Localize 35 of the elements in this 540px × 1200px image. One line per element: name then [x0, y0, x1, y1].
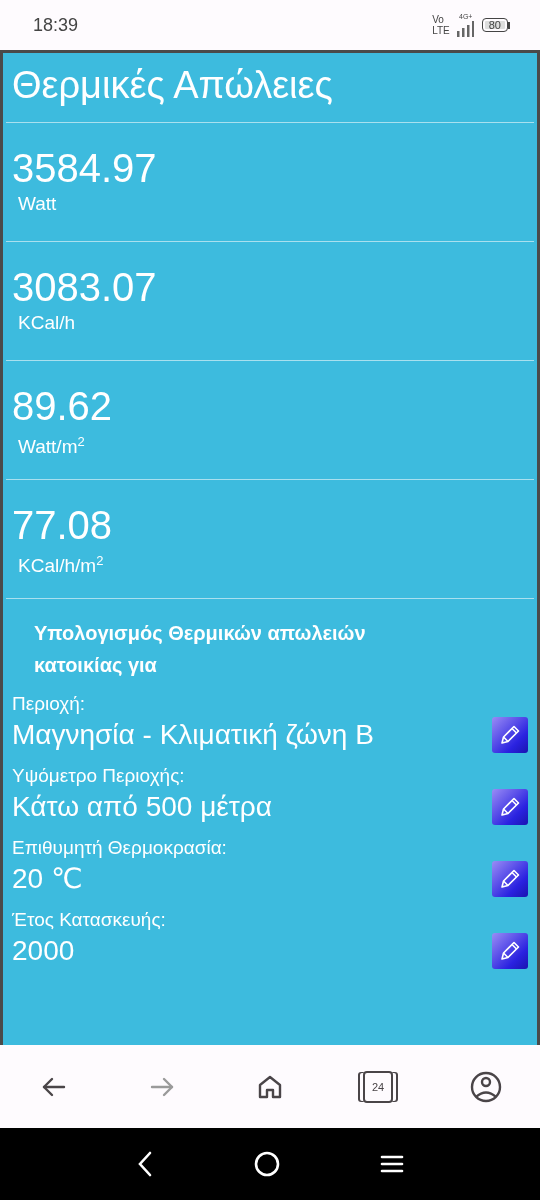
unit-label: Watt — [17, 192, 58, 216]
home-circle-icon — [254, 1151, 280, 1177]
edit-button[interactable] — [492, 861, 528, 897]
account-icon — [470, 1070, 502, 1103]
tabs-button[interactable]: 24 — [348, 1066, 408, 1107]
section-heading: Υπολογισμός Θερμικών απωλειών κατοικίας για — [33, 621, 367, 678]
page-title: Θερμικές Απώλειες — [6, 55, 534, 123]
edit-button[interactable] — [492, 933, 528, 969]
field-label: Επιθυμητή Θερμοκρασία: — [12, 836, 228, 860]
network-label: LTE — [432, 25, 450, 36]
field-value: Κάτω από 500 μέτρα — [12, 790, 272, 824]
result-value: 3083.07 — [12, 264, 158, 310]
unit-label: KCal/h — [17, 311, 77, 335]
field-label: Περιοχή: — [12, 692, 87, 716]
battery-icon: 80 — [481, 18, 510, 32]
field-value: 20 ℃ — [12, 862, 83, 896]
unit-label: KCal/h/m$^{2}$ — [17, 552, 105, 579]
back-icon — [136, 1150, 154, 1178]
edit-button[interactable] — [492, 717, 528, 753]
signal-icon — [455, 21, 476, 37]
field-value: 2000 — [12, 934, 75, 968]
result-value: 3584.97 — [12, 145, 158, 191]
field-value: Μαγνησία - Κλιματική ζώνη Β — [12, 718, 374, 752]
menu-icon — [380, 1154, 404, 1174]
menu-button[interactable] — [380, 1154, 404, 1174]
field-label: Έτος Κατασκευής: — [12, 908, 167, 932]
field-label: Υψόμετρο Περιοχής: — [12, 764, 186, 788]
home-circle-button[interactable] — [254, 1151, 280, 1177]
result-value: 77.08 — [12, 502, 114, 548]
edit-button[interactable] — [492, 789, 528, 825]
clock-time: 18:39 — [33, 14, 79, 36]
network-label: Vo — [432, 14, 445, 25]
result-value: 89.62 — [12, 383, 114, 429]
back-button[interactable] — [136, 1150, 154, 1178]
unit-label: Watt/m$^{2}$ — [17, 433, 86, 460]
